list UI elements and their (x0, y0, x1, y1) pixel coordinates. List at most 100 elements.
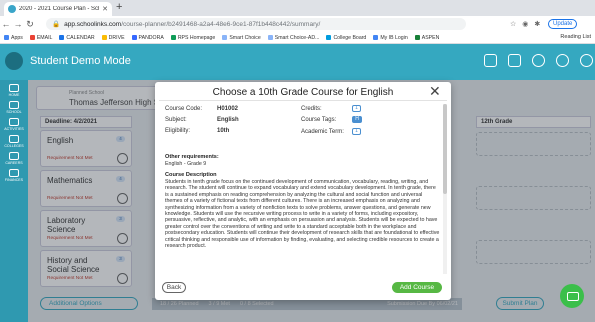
puzzle-icon[interactable]: ✱ (534, 20, 540, 28)
sidebar-item-label: CAREERS (5, 161, 23, 165)
bookmarks-bar: Apps EMAIL CALENDAR DRIVE PANDORA RPS Homepag… (0, 32, 595, 44)
colleges-icon (9, 135, 19, 143)
bookmark-item[interactable]: EMAIL (29, 35, 52, 41)
document-icon[interactable] (484, 54, 497, 67)
activities-icon (9, 118, 19, 126)
modal-scrollbar[interactable] (443, 104, 447, 274)
sidebar-item-label: FINANCES (4, 178, 24, 182)
credits-badge: 1 (352, 105, 361, 112)
bookmark-item[interactable]: Smart Choice (222, 34, 261, 41)
add-course-button[interactable]: Add Course (392, 282, 442, 293)
eligibility-label: Eligibility: (165, 128, 191, 134)
bookmark-favicon-icon (373, 35, 379, 40)
sidebar-item-careers[interactable]: CAREERS (0, 152, 28, 165)
bookmark-favicon-icon (29, 35, 35, 40)
back-arrow-icon[interactable]: ← (0, 19, 12, 29)
bookmark-label: College Board (333, 34, 367, 41)
bookmark-label: Smart Choice-AD... (274, 34, 320, 41)
bookmark-favicon-icon (267, 35, 273, 40)
back-button[interactable]: Back (162, 282, 186, 293)
close-tab-icon[interactable]: ✕ (102, 5, 108, 13)
bookmark-favicon-icon (326, 35, 332, 40)
bookmark-favicon-icon (222, 35, 228, 40)
modal-title: Choose a 10th Grade Course for English (212, 87, 394, 98)
schoolinks-logo-icon (5, 52, 23, 70)
other-requirements-heading: Other requirements: (165, 154, 219, 160)
url-path: /course-planner/b2491468-a2a4-48e6-9ce1-… (121, 20, 321, 28)
credits-label: Credits: (301, 106, 322, 112)
bookmark-item[interactable]: My IB Login (373, 34, 408, 41)
sidebar-item-home[interactable]: HOME (0, 84, 28, 97)
scrollbar-thumb[interactable] (443, 104, 447, 194)
bookmark-label: CALENDAR (66, 34, 95, 41)
url-input[interactable]: 🔒 app.schoolinks.com/course-planner/b249… (46, 18, 466, 30)
mail-icon[interactable] (508, 54, 521, 67)
course-code-label: Course Code: (165, 106, 203, 112)
course-tags-label: Course Tags: (301, 117, 337, 123)
bookmark-item[interactable]: Apps (4, 35, 23, 41)
chat-icon[interactable] (560, 284, 584, 308)
bookmark-item[interactable]: PANDORA (131, 34, 164, 41)
bookmark-favicon-icon (170, 35, 176, 40)
bookmark-item[interactable]: ASPEN (414, 35, 439, 41)
bookmark-favicon-icon (4, 35, 9, 40)
school-icon (9, 101, 19, 109)
bell-icon[interactable] (532, 54, 545, 67)
bookmark-item[interactable]: RPS Homepage (170, 34, 216, 41)
new-tab-icon[interactable]: + (116, 1, 122, 13)
course-description-heading: Course Description (165, 172, 217, 178)
app-header: Student Demo Mode (0, 44, 595, 80)
honors-tag-badge: H (352, 116, 362, 123)
bookmark-item[interactable]: Smart Choice-AD... (267, 34, 320, 41)
finances-icon (9, 169, 19, 177)
browser-tab[interactable]: 2020 - 2021 Course Plan - Sch ✕ (4, 2, 112, 16)
lock-icon: 🔒 (52, 21, 61, 28)
bookmark-label: Smart Choice (229, 34, 261, 41)
browser-tab-bar: 2020 - 2021 Course Plan - Sch ✕ + (0, 0, 595, 16)
sidebar-item-colleges[interactable]: COLLEGES (0, 135, 28, 148)
sidebar-item-activities[interactable]: ACTIVITIES (0, 118, 28, 131)
bookmark-item[interactable]: DRIVE (101, 34, 125, 41)
bookmark-label: PANDORA (138, 34, 164, 41)
bookmark-label: RPS Homepage (177, 34, 216, 41)
bookmark-star-icon[interactable]: ☆ (510, 20, 516, 28)
site-favicon-icon (8, 5, 16, 13)
subject-value: English (217, 117, 239, 123)
sidebar: HOME SCHOOL ACTIVITIES COLLEGES CAREERS FINAN… (0, 80, 28, 322)
update-button[interactable]: Update (548, 19, 578, 29)
reload-icon[interactable]: ↻ (24, 19, 36, 30)
app-title: Student Demo Mode (30, 55, 131, 67)
reading-list-button[interactable]: Reading List (560, 34, 591, 40)
eligibility-value: 10th (217, 128, 230, 134)
sidebar-item-label: HOME (8, 93, 20, 97)
sidebar-item-finances[interactable]: FINANCES (0, 169, 28, 182)
bookmark-favicon-icon (59, 35, 65, 40)
gear-icon[interactable] (580, 54, 593, 67)
subject-label: Subject: (165, 117, 187, 123)
bookmark-item[interactable]: CALENDAR (59, 34, 95, 41)
help-icon[interactable] (556, 54, 569, 67)
course-modal: Choose a 10th Grade Course for English ✕… (155, 82, 451, 300)
forward-arrow-icon[interactable]: → (12, 19, 24, 29)
home-icon (9, 84, 19, 92)
course-description-text: Students in tenth grade focus on the con… (165, 179, 440, 250)
url-host: app.schoolinks.com (64, 20, 122, 28)
sidebar-item-school[interactable]: SCHOOL (0, 101, 28, 114)
close-icon[interactable]: ✕ (429, 83, 441, 100)
extension-icon[interactable]: ◉ (522, 20, 528, 28)
careers-icon (9, 152, 19, 160)
other-requirements-text: English - Grade 9 (165, 161, 207, 167)
bookmark-favicon-icon (414, 35, 420, 40)
bookmark-label: DRIVE (108, 34, 125, 41)
bookmark-favicon-icon (131, 35, 137, 40)
sidebar-item-label: COLLEGES (4, 144, 24, 148)
bookmark-item[interactable]: College Board (326, 35, 366, 41)
bookmark-label: My IB Login (380, 34, 408, 41)
bookmark-label: Apps (11, 34, 23, 41)
tab-title: 2020 - 2021 Course Plan - Sch (19, 6, 100, 12)
sidebar-item-label: ACTIVITIES (4, 127, 24, 131)
sidebar-item-label: SCHOOL (6, 110, 22, 114)
academic-term-label: Academic Term: (301, 129, 344, 135)
address-bar-row: ← → ↻ 🔒 app.schoolinks.com/course-planne… (0, 16, 595, 32)
bookmark-favicon-icon (101, 35, 107, 40)
